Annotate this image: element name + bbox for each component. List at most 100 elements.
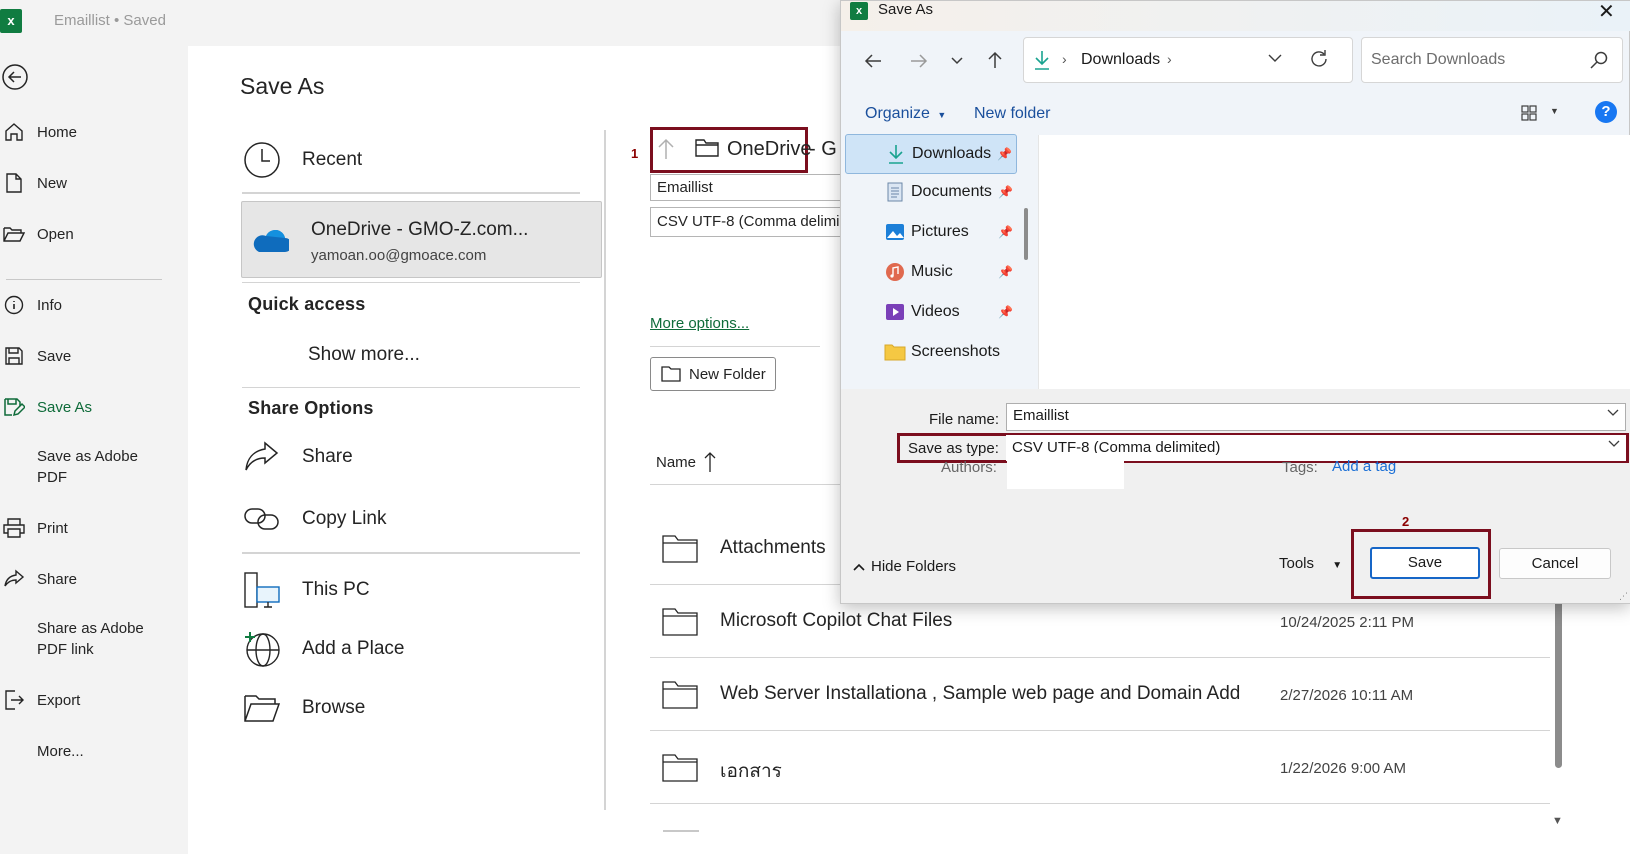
tree-item-documents[interactable]: Documents 📌 bbox=[845, 172, 1017, 212]
location-label: Add a Place bbox=[302, 638, 405, 659]
search-icon[interactable] bbox=[1590, 51, 1608, 69]
back-arrow-icon[interactable] bbox=[2, 64, 28, 90]
location-recent[interactable]: Recent bbox=[242, 140, 602, 180]
show-more-link[interactable]: Show more... bbox=[308, 344, 420, 366]
tree-item-videos[interactable]: Videos 📌 bbox=[845, 292, 1017, 332]
scrollbar-thumb[interactable] bbox=[1555, 600, 1562, 768]
file-name: Microsoft Copilot Chat Files bbox=[720, 610, 953, 631]
filename-input[interactable]: Emaillist bbox=[650, 174, 850, 201]
address-bar[interactable]: › Downloads › bbox=[1023, 37, 1353, 83]
file-name-input[interactable]: Emaillist bbox=[1006, 403, 1626, 431]
name-column-header[interactable]: Name bbox=[656, 451, 716, 473]
dialog-title: Save As bbox=[878, 1, 934, 18]
tree-label: Downloads bbox=[912, 145, 992, 162]
path-onedrive[interactable]: OneDrive bbox=[727, 138, 811, 161]
option-share[interactable]: Share bbox=[242, 437, 602, 477]
forward-arrow-icon[interactable] bbox=[907, 49, 931, 73]
organize-menu[interactable]: Organize ▼ bbox=[865, 105, 946, 123]
nav-save-as-adobe-pdf[interactable]: Save as Adobe PDF bbox=[0, 446, 188, 492]
download-icon bbox=[884, 144, 908, 164]
option-label: Copy Link bbox=[302, 508, 387, 529]
location-browse[interactable]: Browse bbox=[242, 688, 602, 728]
info-icon bbox=[1, 295, 27, 315]
link-icon bbox=[242, 499, 282, 539]
pin-icon: 📌 bbox=[998, 265, 1013, 279]
pane-separator bbox=[604, 130, 606, 810]
nav-share-adobe-pdf-link[interactable]: Share as Adobe PDF link bbox=[0, 618, 188, 664]
navigation-tree: Downloads 📌 Documents 📌 Pictures 📌 Music… bbox=[841, 134, 1037, 389]
file-date: 1/22/2026 9:00 AM bbox=[1280, 760, 1406, 777]
up-arrow-icon[interactable] bbox=[983, 48, 1007, 72]
pictures-icon bbox=[883, 223, 907, 241]
nav-save[interactable]: Save bbox=[0, 336, 188, 376]
tree-scrollbar-thumb[interactable] bbox=[1024, 208, 1028, 260]
tree-item-pictures[interactable]: Pictures 📌 bbox=[845, 212, 1017, 252]
separator bbox=[650, 346, 820, 347]
clock-icon bbox=[242, 140, 282, 180]
nav-label: Info bbox=[37, 296, 63, 314]
nav-save-as[interactable]: Save As bbox=[0, 387, 188, 427]
hide-folders-button[interactable]: Hide Folders bbox=[853, 558, 956, 575]
nav-label: Share bbox=[37, 570, 78, 588]
share-icon bbox=[242, 437, 282, 477]
separator bbox=[242, 192, 580, 194]
tree-item-downloads[interactable]: Downloads 📌 bbox=[845, 134, 1017, 174]
nav-export[interactable]: Export bbox=[0, 680, 188, 720]
scroll-down-arrow-icon[interactable]: ▼ bbox=[1552, 815, 1563, 827]
dialog-footer: Hide Folders Tools ▼ 2 Save Cancel ⋰ bbox=[841, 511, 1630, 603]
add-tag-link[interactable]: Add a tag bbox=[1332, 458, 1396, 475]
nav-share[interactable]: Share bbox=[0, 559, 188, 599]
file-list-area[interactable] bbox=[1038, 135, 1630, 389]
back-arrow-icon[interactable] bbox=[861, 49, 885, 73]
help-icon[interactable]: ? bbox=[1595, 101, 1617, 123]
annotation-number-2: 2 bbox=[1402, 514, 1410, 529]
location-add-place[interactable]: Add a Place bbox=[242, 629, 602, 669]
chevron-up-icon bbox=[853, 563, 865, 571]
save-button[interactable]: Save bbox=[1370, 547, 1480, 579]
nav-info[interactable]: Info bbox=[0, 285, 188, 325]
resize-grip-icon[interactable]: ⋰ bbox=[1619, 591, 1628, 602]
location-this-pc[interactable]: This PC bbox=[242, 570, 602, 610]
location-label: Browse bbox=[302, 697, 366, 718]
nav-label: Save As bbox=[37, 398, 93, 416]
chevron-down-icon[interactable] bbox=[1607, 409, 1619, 417]
file-row[interactable]: เอกสาร 1/22/2026 9:00 AM bbox=[650, 732, 1550, 804]
nav-label: Save as Adobe PDF bbox=[37, 448, 138, 486]
more-options-link[interactable]: More options... bbox=[650, 315, 749, 332]
close-icon[interactable]: ✕ bbox=[1598, 0, 1615, 24]
address-dropdown-chevron-icon[interactable] bbox=[1268, 54, 1282, 63]
chevron-down-icon[interactable] bbox=[1608, 440, 1620, 448]
new-folder-button[interactable]: New folder bbox=[974, 105, 1050, 123]
tree-label: Screenshots bbox=[911, 343, 1000, 360]
nav-print[interactable]: Print bbox=[0, 508, 188, 548]
nav-home[interactable]: Home bbox=[0, 112, 188, 152]
view-grid-icon[interactable] bbox=[1521, 105, 1537, 121]
tree-item-screenshots[interactable]: Screenshots bbox=[845, 332, 1017, 372]
authors-input[interactable] bbox=[1007, 453, 1124, 489]
save-icon bbox=[1, 346, 27, 366]
tree-item-music[interactable]: Music 📌 bbox=[845, 252, 1017, 292]
nav-more[interactable]: More... bbox=[0, 731, 188, 771]
location-onedrive[interactable]: OneDrive - GMO-Z.com... yamoan.oo@gmoace… bbox=[241, 201, 602, 278]
filetype-select[interactable]: CSV UTF-8 (Comma delimi bbox=[650, 207, 850, 237]
pin-icon: 📌 bbox=[997, 147, 1012, 161]
cancel-button[interactable]: Cancel bbox=[1499, 548, 1611, 579]
tools-menu[interactable]: Tools ▼ bbox=[1279, 555, 1342, 572]
nav-label: Home bbox=[37, 123, 78, 141]
up-folder-icon[interactable] bbox=[656, 137, 676, 161]
separator bbox=[242, 552, 580, 554]
home-icon bbox=[1, 122, 27, 142]
nav-label: Open bbox=[37, 225, 74, 243]
nav-label: New bbox=[37, 174, 68, 192]
file-row[interactable]: Web Server Installationa , Sample web pa… bbox=[650, 659, 1550, 731]
option-copy-link[interactable]: Copy Link bbox=[242, 499, 602, 539]
search-input[interactable]: Search Downloads bbox=[1361, 37, 1623, 83]
nav-new[interactable]: New bbox=[0, 163, 188, 203]
refresh-icon[interactable] bbox=[1309, 49, 1329, 69]
view-dropdown-caret-icon[interactable]: ▼ bbox=[1550, 106, 1559, 116]
recent-locations-chevron-icon[interactable] bbox=[945, 49, 969, 73]
new-folder-button[interactable]: New Folder bbox=[650, 357, 776, 391]
nav-open[interactable]: Open bbox=[0, 214, 188, 254]
quick-access-heading: Quick access bbox=[248, 294, 366, 314]
address-path[interactable]: Downloads bbox=[1081, 51, 1160, 69]
